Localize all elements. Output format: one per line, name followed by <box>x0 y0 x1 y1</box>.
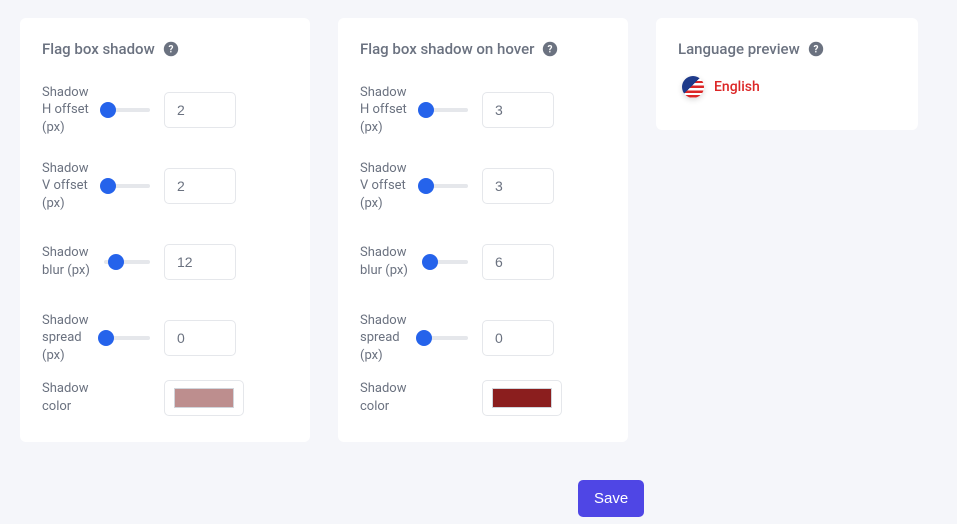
shadow-color-picker[interactable] <box>164 380 244 416</box>
card-title: Flag box shadow on hover <box>360 40 534 58</box>
hover-h-offset-slider[interactable] <box>422 108 476 112</box>
shadow-spread-row: Shadow spread (px) <box>42 304 288 372</box>
help-icon[interactable]: ? <box>542 41 558 57</box>
card-title: Flag box shadow <box>42 40 155 58</box>
shadow-color-label: Shadow color <box>42 380 96 415</box>
help-icon[interactable]: ? <box>163 41 179 57</box>
hover-blur-input[interactable] <box>482 244 554 280</box>
hover-color-swatch <box>492 388 552 408</box>
us-flag-icon <box>682 76 704 98</box>
hover-color-row: Shadow color <box>360 380 606 416</box>
svg-text:?: ? <box>548 45 553 56</box>
svg-text:?: ? <box>813 45 818 56</box>
shadow-spread-input[interactable] <box>164 320 236 356</box>
hover-v-offset-row: Shadow V offset (px) <box>360 152 606 220</box>
shadow-v-offset-label: Shadow V offset (px) <box>42 160 96 213</box>
shadow-blur-slider[interactable] <box>104 260 158 264</box>
shadow-color-swatch <box>174 388 234 408</box>
hover-h-offset-row: Shadow H offset (px) <box>360 76 606 144</box>
shadow-blur-label: Shadow blur (px) <box>42 244 96 279</box>
hover-spread-label: Shadow spread (px) <box>360 312 414 365</box>
save-button[interactable]: Save <box>578 480 644 517</box>
shadow-spread-label: Shadow spread (px) <box>42 312 96 365</box>
hover-v-offset-input[interactable] <box>482 168 554 204</box>
shadow-v-offset-input[interactable] <box>164 168 236 204</box>
shadow-blur-input[interactable] <box>164 244 236 280</box>
hover-blur-row: Shadow blur (px) <box>360 228 606 296</box>
hover-color-picker[interactable] <box>482 380 562 416</box>
card-title-row: Language preview ? <box>678 40 896 58</box>
shadow-h-offset-input[interactable] <box>164 92 236 128</box>
hover-v-offset-label: Shadow V offset (px) <box>360 160 414 213</box>
shadow-blur-row: Shadow blur (px) <box>42 228 288 296</box>
hover-spread-slider[interactable] <box>422 336 476 340</box>
language-preview-card: Language preview ? English <box>656 18 918 130</box>
hover-spread-input[interactable] <box>482 320 554 356</box>
shadow-h-offset-label: Shadow H offset (px) <box>42 84 96 137</box>
card-title-row: Flag box shadow ? <box>42 40 288 58</box>
svg-text:?: ? <box>168 45 173 56</box>
flag-box-shadow-card: Flag box shadow ? Shadow H offset (px) S… <box>20 18 310 442</box>
shadow-color-row: Shadow color <box>42 380 288 416</box>
card-title-row: Flag box shadow on hover ? <box>360 40 606 58</box>
shadow-spread-slider[interactable] <box>104 336 158 340</box>
flag-box-shadow-hover-card: Flag box shadow on hover ? Shadow H offs… <box>338 18 628 442</box>
hover-spread-row: Shadow spread (px) <box>360 304 606 372</box>
hover-color-label: Shadow color <box>360 380 414 415</box>
shadow-h-offset-slider[interactable] <box>104 108 158 112</box>
help-icon[interactable]: ? <box>808 41 824 57</box>
language-preview-item[interactable]: English <box>682 76 896 98</box>
language-preview-label: English <box>714 79 760 95</box>
hover-h-offset-input[interactable] <box>482 92 554 128</box>
hover-v-offset-slider[interactable] <box>422 184 476 188</box>
shadow-h-offset-row: Shadow H offset (px) <box>42 76 288 144</box>
card-title: Language preview <box>678 40 800 58</box>
shadow-v-offset-row: Shadow V offset (px) <box>42 152 288 220</box>
hover-blur-label: Shadow blur (px) <box>360 244 414 279</box>
hover-blur-slider[interactable] <box>422 260 476 264</box>
hover-h-offset-label: Shadow H offset (px) <box>360 84 414 137</box>
shadow-v-offset-slider[interactable] <box>104 184 158 188</box>
